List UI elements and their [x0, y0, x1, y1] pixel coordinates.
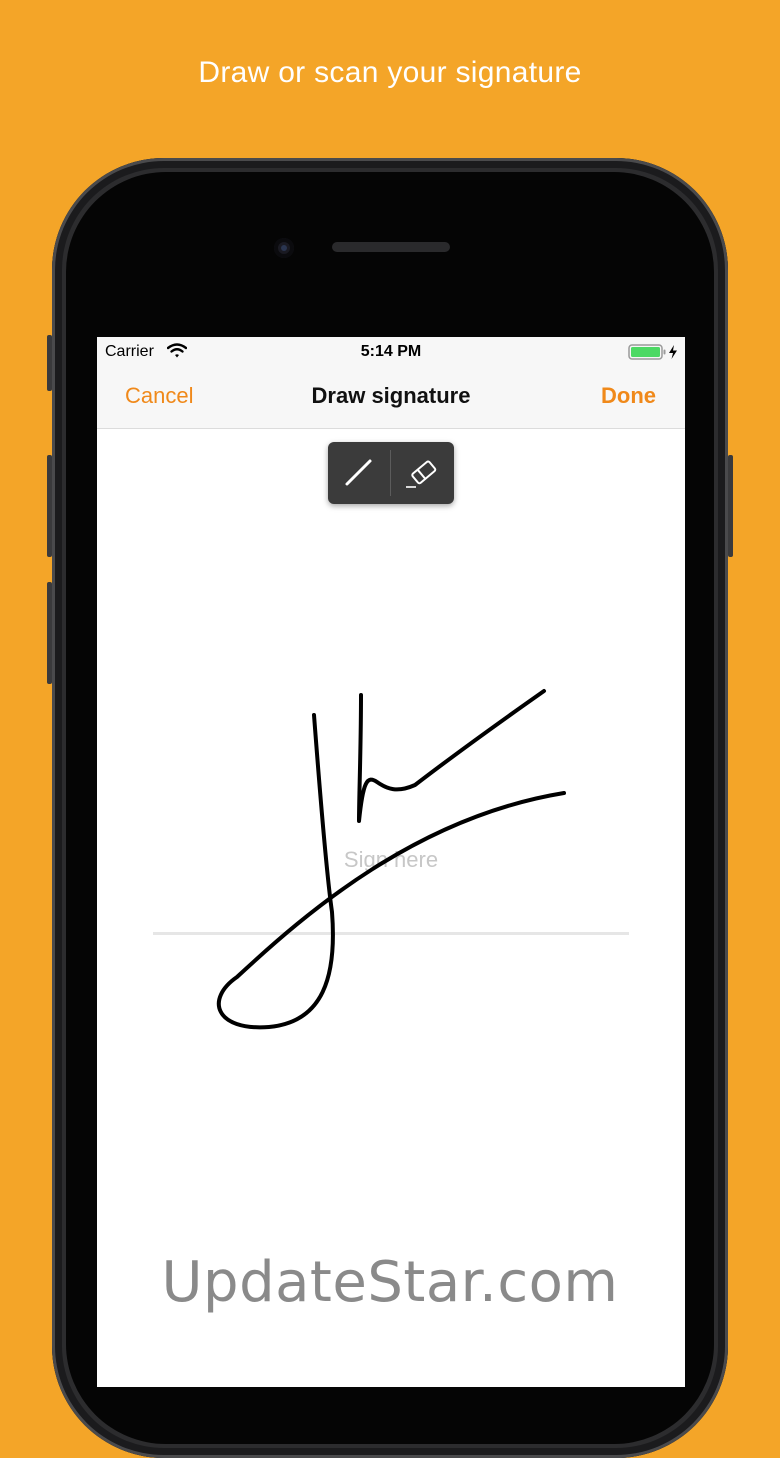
signature-canvas[interactable] [97, 337, 685, 1387]
earpiece-speaker [332, 242, 450, 252]
watermark-text: UpdateStar.com [161, 1250, 619, 1315]
power-button [728, 455, 733, 557]
volume-up-button [47, 455, 52, 557]
mute-switch [47, 335, 52, 391]
volume-down-button [47, 582, 52, 684]
signature-stroke-loop [217, 713, 566, 1030]
front-camera [274, 238, 294, 258]
headline: Draw or scan your signature [198, 56, 582, 89]
phone-screen: Carrier 5:14 PM Cancel Draw signature Do… [97, 337, 685, 1387]
